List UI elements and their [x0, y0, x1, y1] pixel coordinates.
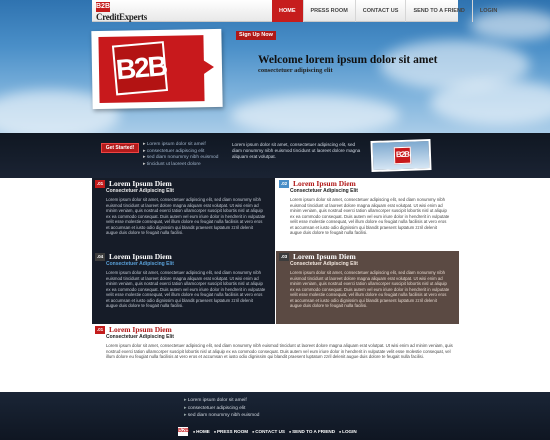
footer-link[interactable]: consectetuer adipiscing elit	[184, 405, 259, 413]
feature-box: .04 Lorem Ipsum Diem Consectetuer Adipis…	[92, 251, 275, 324]
box-subtitle: Consectetuer Adipiscing Elit	[290, 188, 358, 194]
box-number: .04	[95, 252, 105, 261]
footer-logo-icon[interactable]: B2B	[178, 427, 189, 436]
top-navigation-bar: B2B CreditExperts HOME PRESS ROOM CONTAC…	[92, 0, 497, 22]
footer-link[interactable]: Lorem ipsum dolor sit ameif	[184, 397, 259, 405]
box-number: .01	[95, 179, 105, 188]
footer-link-list: Lorem ipsum dolor sit ameif consectetuer…	[184, 397, 260, 420]
intro-link[interactable]: Lorem ipsum dolor sit ameif	[143, 142, 218, 149]
box-title: Lorem Ipsum Diem	[109, 179, 172, 188]
footer-link[interactable]: sed diam nonummy nibh euismod	[184, 412, 260, 420]
nav-home[interactable]: HOME	[272, 0, 303, 22]
nav-login[interactable]: LOGIN	[471, 0, 504, 22]
box-title: Lorem Ipsum Diem	[109, 252, 172, 261]
intro-link[interactable]: sed diam nonummy nibh euismod	[143, 155, 219, 162]
feature-box-wide: .01 Lorem Ipsum Diem Consectetuer Adipis…	[92, 324, 459, 392]
box-title: Lorem Ipsum Diem	[293, 179, 356, 188]
b2b-logo-icon: B2B	[111, 41, 169, 96]
intro-photo: B2B	[370, 138, 432, 173]
footer-nav: B2B HOME PRESS ROOM CONTACT US SEND TO A…	[178, 427, 361, 436]
footer-nav-login[interactable]: LOGIN	[339, 429, 357, 434]
box-subtitle: Consectetuer Adipiscing Elit	[106, 188, 174, 194]
brand-mark: B2B	[96, 2, 111, 12]
footer-nav-press-room[interactable]: PRESS ROOM	[214, 429, 248, 434]
footer-nav-home[interactable]: HOME	[193, 429, 210, 434]
hero-subtitle: consectetuer adipiscing elit	[258, 67, 333, 74]
box-body: Lorem ipsum dolor sit amet, consectetuer…	[290, 270, 450, 308]
flag-shape	[201, 59, 215, 76]
intro-link-list: Lorem ipsum dolor sit ameif consectetuer…	[143, 142, 219, 169]
box-title: Lorem Ipsum Diem	[293, 252, 356, 261]
get-started-button[interactable]: Get Started!	[101, 143, 139, 153]
hero-title: Welcome lorem ipsum dolor sit amet	[258, 54, 438, 66]
nav-send-to-friend[interactable]: SEND TO A FRIEND	[405, 0, 471, 22]
box-number: .01	[95, 325, 105, 334]
box-subtitle: Consectetuer Adipiscing Elit	[106, 261, 174, 267]
box-body: Lorem ipsum dolor sit amet, consectetuer…	[290, 197, 450, 235]
intro-text: Lorem ipsum dolor sit amet, consectetuer…	[232, 142, 361, 159]
footer-nav-send-to-friend[interactable]: SEND TO A FRIEND	[289, 429, 335, 434]
content-area: .01 Lorem Ipsum Diem Consectetuer Adipis…	[92, 178, 459, 392]
nav-press-room[interactable]: PRESS ROOM	[302, 0, 355, 22]
hero-banner: B2B CreditExperts HOME PRESS ROOM CONTAC…	[0, 0, 550, 133]
box-subtitle: Consectetuer Adipiscing Elit	[290, 261, 358, 267]
brand-logo[interactable]: B2B CreditExperts	[96, 1, 166, 22]
box-body: Lorem ipsum dolor sit amet, consectetuer…	[106, 270, 266, 308]
box-number: .03	[279, 252, 289, 261]
hero-logo-photo: B2B	[91, 28, 223, 110]
feature-box: .01 Lorem Ipsum Diem Consectetuer Adipis…	[92, 178, 275, 251]
brand-name: CreditExperts	[96, 12, 147, 22]
footer-nav-contact-us[interactable]: CONTACT US	[252, 429, 285, 434]
box-body: Lorem ipsum dolor sit amet, consectetuer…	[106, 197, 266, 235]
box-title: Lorem Ipsum Diem	[109, 325, 172, 334]
intro-link[interactable]: tincidunt ut laoreet dolore	[143, 162, 218, 169]
box-subtitle: Consectetuer Adipiscing Elit	[106, 334, 174, 340]
nav-contact-us[interactable]: CONTACT US	[354, 0, 406, 22]
main-nav: HOME PRESS ROOM CONTACT US SEND TO A FRI…	[272, 0, 504, 22]
box-body: Lorem ipsum dolor sit amet, consectetuer…	[106, 343, 453, 359]
sign-up-button[interactable]: Sign Up Now	[236, 31, 276, 40]
feature-box: .02 Lorem Ipsum Diem Consectetuer Adipis…	[276, 178, 459, 251]
box-number: .02	[279, 179, 289, 188]
feature-box: .03 Lorem Ipsum Diem Consectetuer Adipis…	[276, 251, 459, 324]
b2b-logo-icon: B2B	[393, 146, 412, 165]
